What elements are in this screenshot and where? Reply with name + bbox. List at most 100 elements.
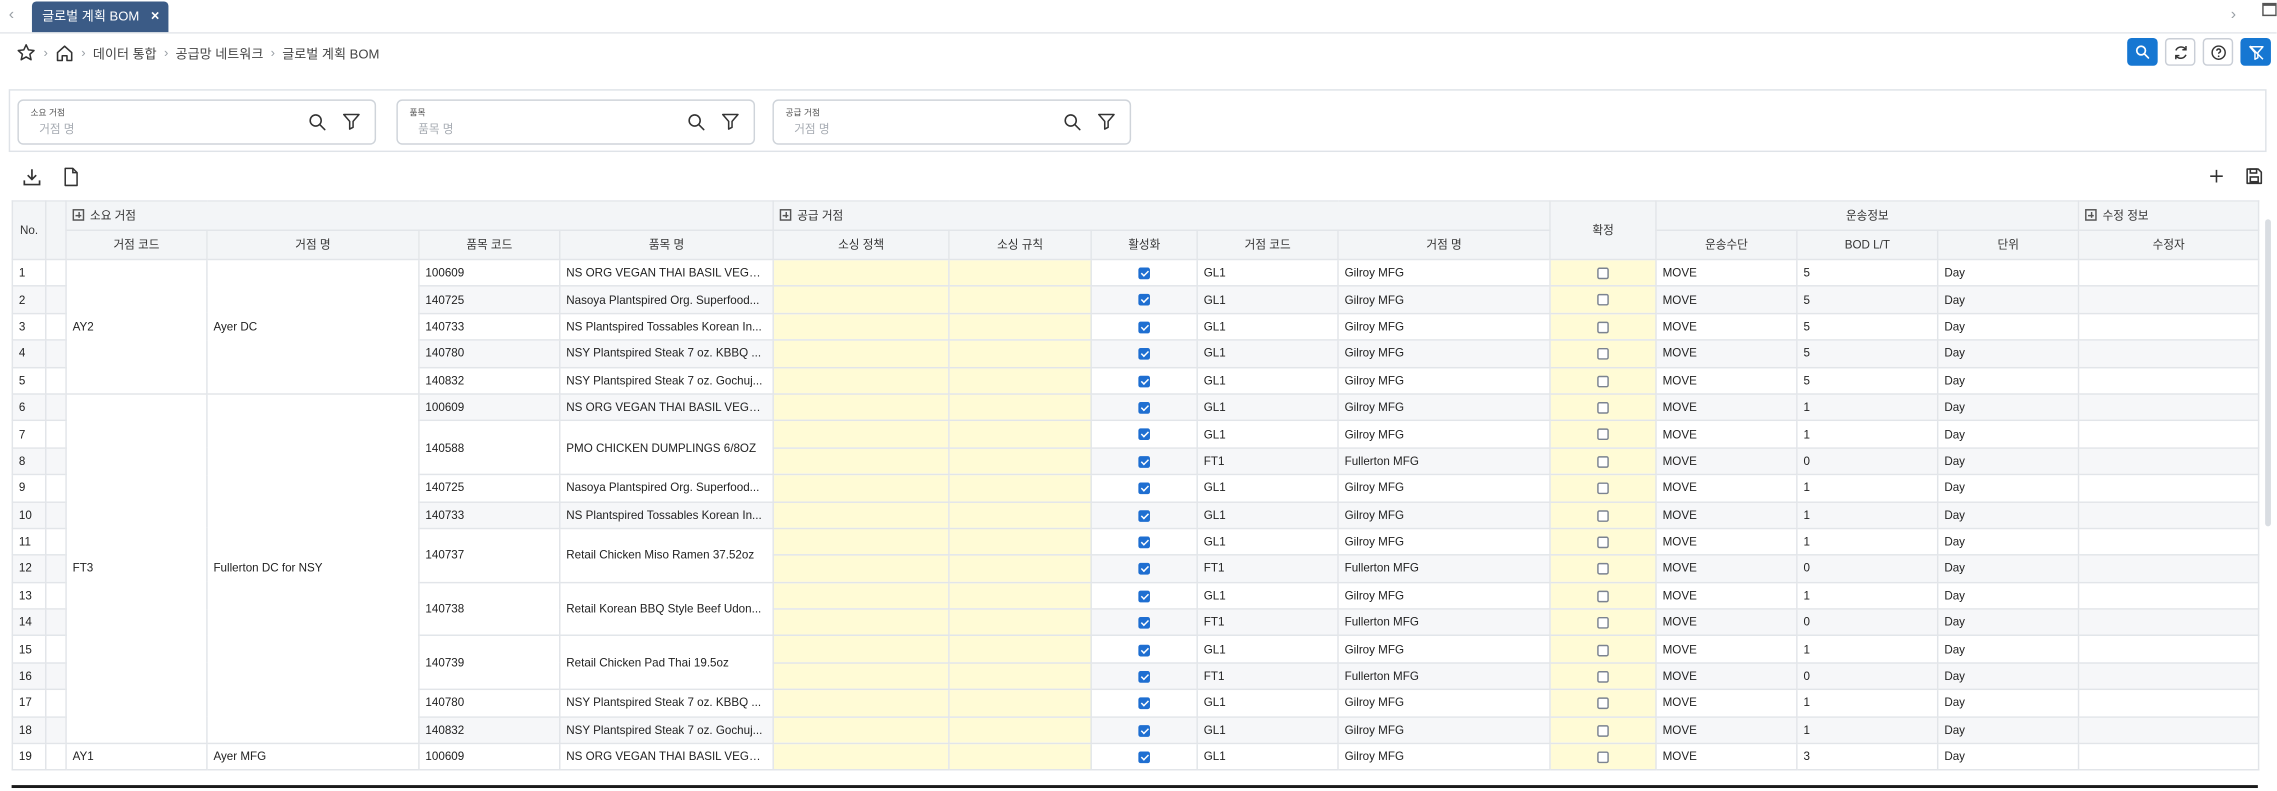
cell-unit[interactable]: Day — [1937, 662, 2080, 691]
filter-item[interactable]: 품목 품목 명 — [396, 99, 756, 145]
col-item-code[interactable]: 품목 코드 — [418, 229, 561, 261]
table-row[interactable]: 6 FT3 Fullerton DC for NSY 100609 NS ORG VEG… — [11, 393, 2260, 745]
cell-sourcing-rule[interactable] — [948, 473, 1092, 503]
cell-item-code[interactable]: 140739 — [418, 635, 561, 691]
cell-sourcing-rule[interactable] — [948, 258, 1092, 288]
col-active[interactable]: 활성화 — [1090, 229, 1198, 261]
cell-bod-lt[interactable]: 1 — [1796, 688, 1939, 718]
cell-modifier[interactable] — [2077, 527, 2260, 557]
cell-confirm[interactable] — [1549, 581, 1657, 610]
cell-modifier[interactable] — [2077, 581, 2260, 610]
cell-sourcing-policy[interactable] — [772, 608, 950, 637]
cell-confirm[interactable] — [1549, 688, 1657, 718]
cell-supply-name[interactable]: Gilroy MFG — [1337, 339, 1551, 368]
cell-sourcing-policy[interactable] — [772, 366, 950, 395]
cell-item-code[interactable]: 100609 — [418, 393, 561, 422]
tab-scroll-left-icon[interactable]: ‹ — [9, 6, 14, 24]
cell-bod-lt[interactable]: 3 — [1796, 742, 1939, 772]
cell-item-name[interactable]: NS Plantspired Tossables Korean In... — [559, 500, 774, 530]
checkbox[interactable] — [1597, 428, 1609, 441]
checkbox-checked[interactable] — [1138, 536, 1151, 549]
cell-modifier[interactable] — [2077, 715, 2260, 745]
filter-placeholder[interactable]: 거점 명 — [794, 121, 829, 137]
table-row[interactable]: 1 AY2 Ayer DC 100609 NS ORG VEGAN THAI BASIL… — [11, 258, 2260, 395]
cell-sourcing-policy[interactable] — [772, 393, 950, 422]
cell-bod-lt[interactable]: 5 — [1796, 285, 1939, 315]
cell-item-code[interactable]: 100609 — [418, 742, 561, 772]
checkbox[interactable] — [1597, 402, 1609, 414]
cell-unit[interactable]: Day — [1937, 420, 2080, 449]
cell-mode[interactable]: MOVE — [1655, 715, 1798, 745]
cell-item-name[interactable]: NS Plantspired Tossables Korean In... — [559, 312, 774, 341]
cell-sourcing-policy[interactable] — [772, 715, 950, 745]
cell-modifier[interactable] — [2077, 688, 2260, 718]
cell-modifier[interactable] — [2077, 312, 2260, 341]
cell-supply-name[interactable]: Gilroy MFG — [1337, 393, 1551, 422]
search-icon[interactable] — [687, 113, 706, 132]
cell-modifier[interactable] — [2077, 285, 2260, 315]
cell-active[interactable] — [1090, 393, 1198, 422]
cell-sourcing-policy[interactable] — [772, 420, 950, 449]
cell-confirm[interactable] — [1549, 527, 1657, 557]
cell-sourcing-policy[interactable] — [772, 285, 950, 315]
cell-bod-lt[interactable]: 0 — [1796, 446, 1939, 476]
checkbox-checked[interactable] — [1138, 321, 1151, 334]
cell-active[interactable] — [1090, 662, 1198, 691]
cell-unit[interactable]: Day — [1937, 635, 2080, 664]
cell-sourcing-policy[interactable] — [772, 554, 950, 583]
expand-icon[interactable] — [72, 209, 85, 221]
cell-mode[interactable]: MOVE — [1655, 554, 1798, 583]
checkbox[interactable] — [1597, 563, 1609, 576]
cell-supply-name[interactable]: Gilroy MFG — [1337, 688, 1551, 718]
cell-site-code[interactable]: AY1 — [65, 742, 208, 772]
cell-confirm[interactable] — [1549, 554, 1657, 583]
filter-icon[interactable] — [341, 111, 361, 131]
checkbox-checked[interactable] — [1138, 644, 1151, 656]
cell-mode[interactable]: MOVE — [1655, 339, 1798, 368]
checkbox[interactable] — [1597, 321, 1609, 334]
cell-site-code[interactable]: AY2 — [65, 258, 208, 395]
vertical-scrollbar[interactable] — [2264, 205, 2273, 790]
cell-unit[interactable]: Day — [1937, 285, 2080, 315]
cell-confirm[interactable] — [1549, 366, 1657, 395]
cell-active[interactable] — [1090, 500, 1198, 530]
checkbox[interactable] — [1597, 536, 1609, 549]
cell-mode[interactable]: MOVE — [1655, 688, 1798, 718]
group-demand-site[interactable]: 소요 거점 — [65, 200, 774, 231]
cell-unit[interactable]: Day — [1937, 366, 2080, 395]
checkbox-checked[interactable] — [1138, 724, 1151, 737]
cell-unit[interactable]: Day — [1937, 688, 2080, 718]
checkbox[interactable] — [1597, 267, 1609, 280]
cell-item-name[interactable]: NSY Plantspired Steak 7 oz. KBBQ ... — [559, 339, 774, 368]
cell-active[interactable] — [1090, 258, 1198, 288]
cell-modifier[interactable] — [2077, 662, 2260, 691]
col-item-name[interactable]: 품목 명 — [559, 229, 774, 261]
cell-item-name[interactable]: Retail Chicken Miso Ramen 37.52oz — [559, 527, 774, 583]
cell-supply-code[interactable]: GL1 — [1196, 742, 1339, 772]
checkbox[interactable] — [1597, 509, 1609, 522]
cell-confirm[interactable] — [1549, 715, 1657, 745]
col-sourcing-rule[interactable]: 소싱 규칙 — [948, 229, 1092, 261]
cell-confirm[interactable] — [1549, 312, 1657, 341]
cell-sourcing-policy[interactable] — [772, 742, 950, 772]
cell-active[interactable] — [1090, 420, 1198, 449]
cell-bod-lt[interactable]: 5 — [1796, 258, 1939, 288]
cell-item-name[interactable]: NS ORG VEGAN THAI BASIL VEGET... — [559, 258, 774, 288]
cell-sourcing-rule[interactable] — [948, 581, 1092, 610]
cell-mode[interactable]: MOVE — [1655, 500, 1798, 530]
cell-active[interactable] — [1090, 527, 1198, 557]
checkbox[interactable] — [1597, 697, 1609, 710]
col-unit[interactable]: 단위 — [1937, 229, 2080, 261]
cell-modifier[interactable] — [2077, 473, 2260, 503]
cell-supply-name[interactable]: Fullerton MFG — [1337, 446, 1551, 476]
cell-item-code[interactable]: 140725 — [418, 285, 561, 315]
search-icon[interactable] — [1063, 113, 1082, 132]
cell-unit[interactable]: Day — [1937, 339, 2080, 368]
cell-supply-code[interactable]: FT1 — [1196, 446, 1339, 476]
checkbox-checked[interactable] — [1138, 482, 1151, 495]
cell-supply-name[interactable]: Gilroy MFG — [1337, 527, 1551, 557]
cell-supply-code[interactable]: FT1 — [1196, 608, 1339, 637]
col-supply-code[interactable]: 거점 코드 — [1196, 229, 1339, 261]
cell-bod-lt[interactable]: 1 — [1796, 500, 1939, 530]
cell-confirm[interactable] — [1549, 635, 1657, 664]
